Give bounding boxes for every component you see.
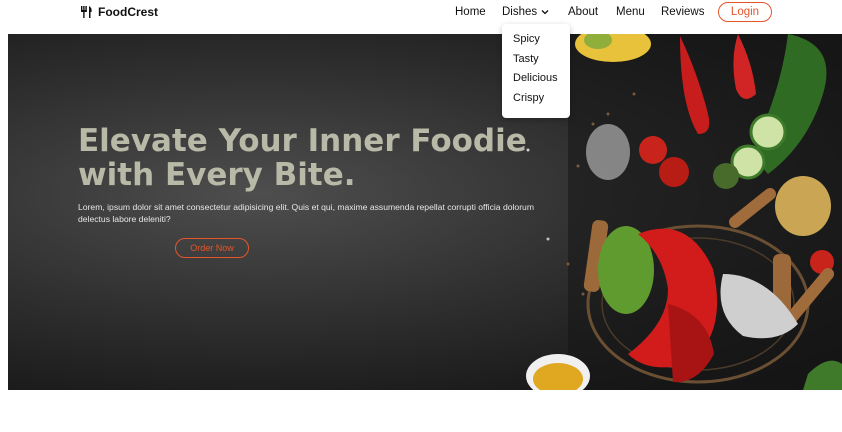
dishes-dropdown-menu: Spicy Tasty Delicious Crispy bbox=[502, 24, 570, 118]
brand-name: FoodCrest bbox=[98, 5, 158, 19]
nav-dishes[interactable]: Dishes bbox=[502, 6, 549, 18]
hero-title: Elevate Your Inner Foodie with Every Bit… bbox=[78, 124, 548, 192]
brand-logo[interactable]: FoodCrest bbox=[80, 5, 158, 19]
navbar: FoodCrest Home Dishes About Menu Reviews… bbox=[0, 0, 842, 26]
hero-description: Lorem, ipsum dolor sit amet consectetur … bbox=[78, 202, 534, 224]
nav-reviews[interactable]: Reviews bbox=[661, 6, 704, 18]
nav-dishes-label: Dishes bbox=[502, 6, 538, 18]
hero-title-line-2: with Every Bite. bbox=[78, 157, 356, 193]
dropdown-item-spicy[interactable]: Spicy bbox=[502, 30, 570, 50]
login-button[interactable]: Login bbox=[718, 2, 772, 22]
dropdown-item-crispy[interactable]: Crispy bbox=[502, 89, 570, 109]
hero-section: Elevate Your Inner Foodie with Every Bit… bbox=[8, 34, 842, 390]
dropdown-item-delicious[interactable]: Delicious bbox=[502, 69, 570, 89]
hero-title-line-1: Elevate Your Inner Foodie bbox=[78, 123, 527, 159]
fork-knife-icon bbox=[81, 6, 92, 18]
nav-about[interactable]: About bbox=[568, 6, 598, 18]
nav-menu[interactable]: Menu bbox=[616, 6, 645, 18]
dropdown-item-tasty[interactable]: Tasty bbox=[502, 50, 570, 70]
order-now-button[interactable]: Order Now bbox=[175, 238, 249, 258]
chevron-down-icon bbox=[541, 10, 549, 15]
nav-home[interactable]: Home bbox=[455, 6, 486, 18]
